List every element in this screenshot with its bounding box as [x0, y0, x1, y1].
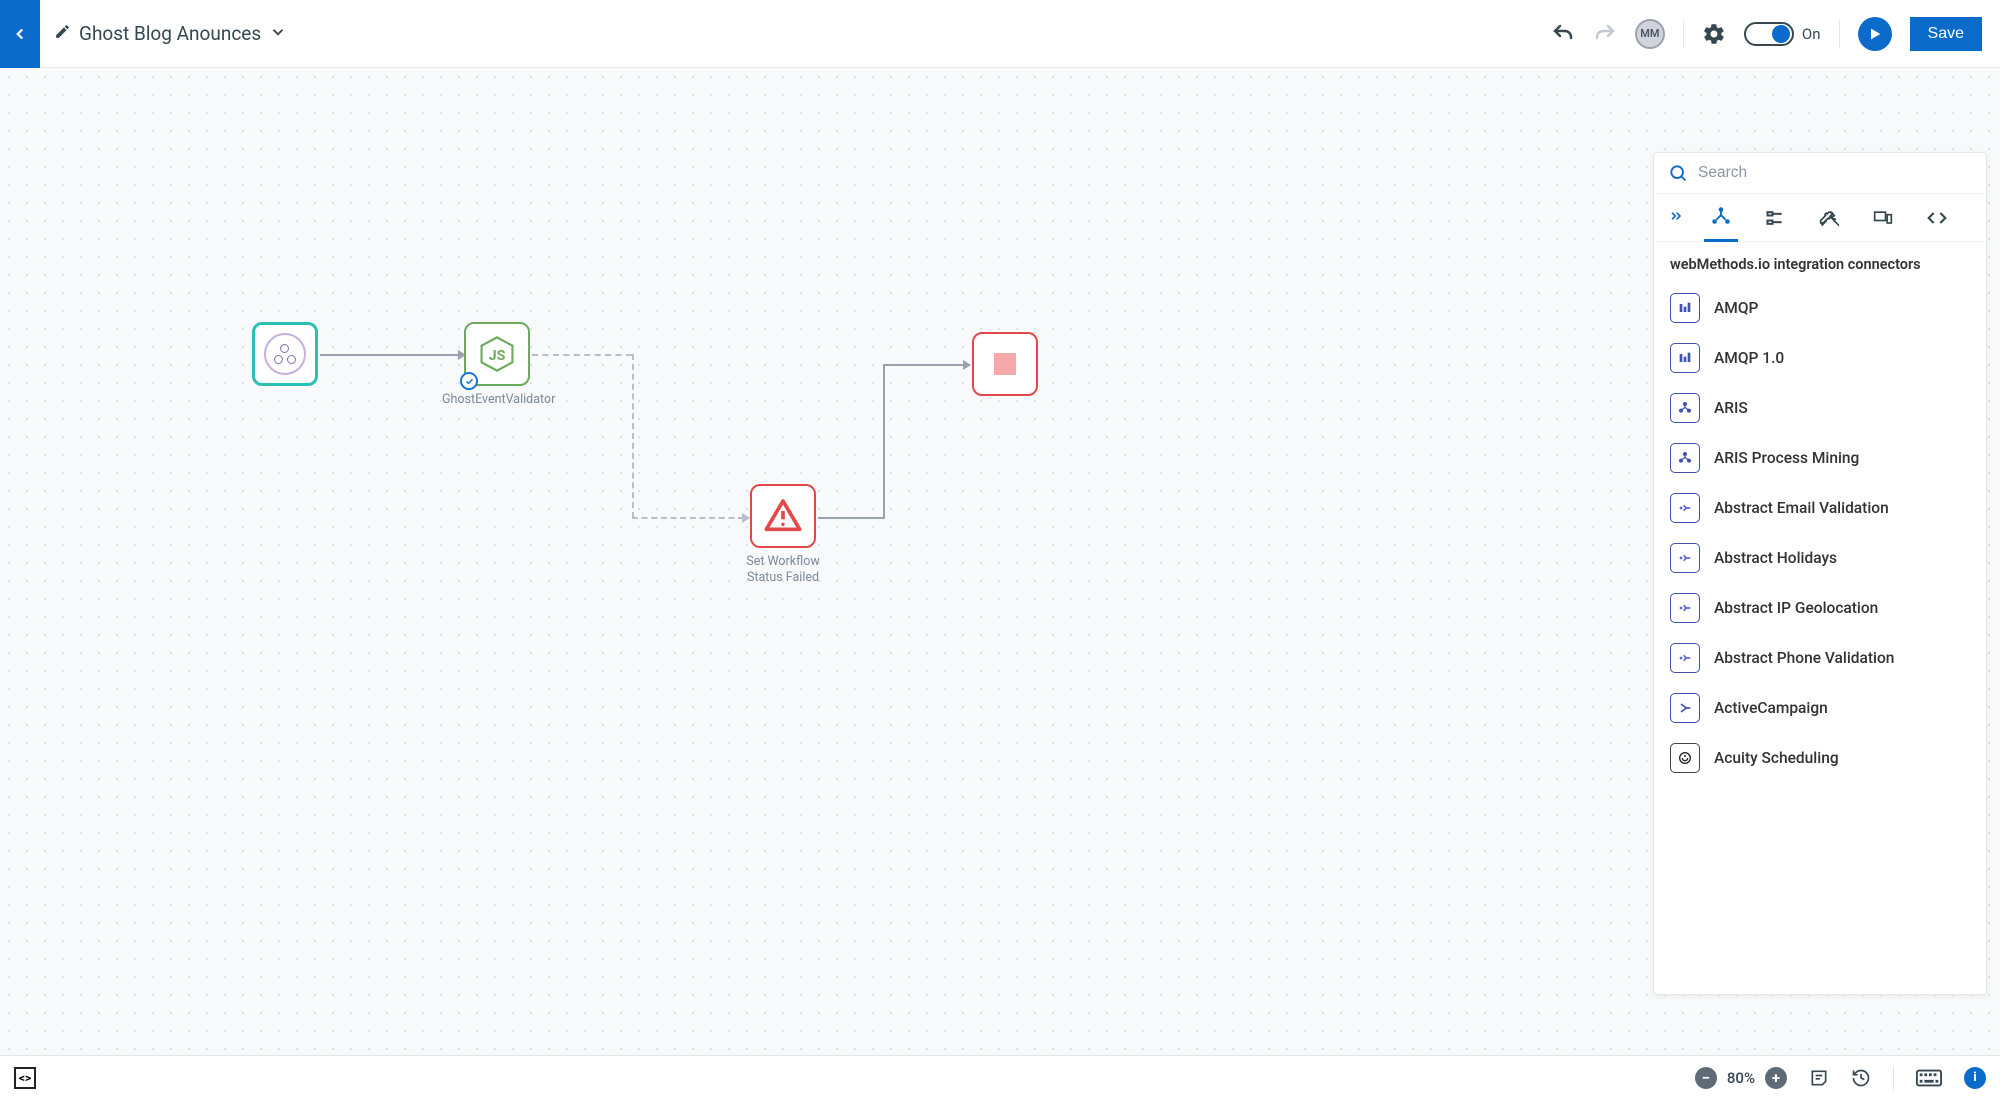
- nodejs-icon: JS: [478, 335, 516, 373]
- connector-list[interactable]: AMQP AMQP 1.0 ARIS ARIS Process Mining A…: [1654, 283, 1986, 994]
- code-view-button[interactable]: <>: [14, 1067, 36, 1089]
- zoom-in-button[interactable]: +: [1765, 1067, 1787, 1089]
- tab-tools[interactable]: [1812, 194, 1846, 242]
- connector-item[interactable]: ActiveCampaign: [1664, 683, 1976, 733]
- back-button[interactable]: [0, 0, 40, 68]
- avatar[interactable]: MM: [1635, 19, 1665, 49]
- tab-code[interactable]: [1920, 194, 1954, 242]
- connector-item[interactable]: ARIS Process Mining: [1664, 433, 1976, 483]
- divider: [1683, 20, 1684, 48]
- undo-button[interactable]: [1551, 22, 1575, 46]
- info-button[interactable]: i: [1964, 1067, 1986, 1089]
- connectors-panel: webMethods.io integration connectors AMQ…: [1653, 152, 1987, 995]
- tab-connectors[interactable]: [1704, 194, 1738, 242]
- toggle-label: On: [1802, 25, 1821, 43]
- connector-item[interactable]: Acuity Scheduling: [1664, 733, 1976, 783]
- node-label: Set Workflow Status Failed: [728, 554, 838, 585]
- connector-item[interactable]: Abstract Phone Validation: [1664, 633, 1976, 683]
- validator-node[interactable]: JS GhostEventValidator: [464, 322, 552, 408]
- keyboard-button[interactable]: [1916, 1068, 1942, 1088]
- connection-line: [818, 517, 883, 519]
- enable-toggle[interactable]: [1744, 22, 1794, 46]
- chevron-left-icon: [11, 25, 29, 43]
- warning-triangle-icon: [763, 496, 803, 536]
- arrow-icon: [742, 513, 750, 523]
- connector-item[interactable]: AMQP 1.0: [1664, 333, 1976, 383]
- workflow-title[interactable]: Ghost Blog Anounces: [79, 22, 261, 45]
- collapse-panel-button[interactable]: [1668, 208, 1684, 228]
- arrow-icon: [963, 360, 971, 370]
- divider: [1893, 1066, 1894, 1090]
- webhook-icon: [274, 344, 296, 364]
- zoom-level: 80%: [1727, 1069, 1755, 1087]
- title-dropdown-icon[interactable]: [269, 23, 287, 45]
- history-button[interactable]: [1851, 1068, 1871, 1088]
- redo-button: [1593, 22, 1617, 46]
- connector-item[interactable]: Abstract Email Validation: [1664, 483, 1976, 533]
- connection-line: [532, 354, 632, 356]
- svg-text:JS: JS: [489, 348, 506, 364]
- connection-line: [883, 364, 965, 366]
- node-label: GhostEventValidator: [442, 392, 552, 408]
- search-input[interactable]: [1698, 164, 1972, 182]
- notes-button[interactable]: [1809, 1068, 1829, 1088]
- settings-button[interactable]: [1702, 22, 1726, 46]
- connection-line: [883, 364, 885, 519]
- stop-icon: [994, 353, 1016, 375]
- connection-line: [320, 354, 460, 356]
- end-node[interactable]: [972, 332, 1038, 396]
- run-button[interactable]: [1858, 17, 1892, 51]
- save-button[interactable]: Save: [1910, 17, 1982, 51]
- check-badge-icon: [460, 372, 478, 390]
- divider: [1839, 20, 1840, 48]
- edit-title-icon[interactable]: [54, 23, 71, 44]
- trigger-node[interactable]: [252, 322, 318, 386]
- connection-line: [632, 354, 634, 518]
- tab-devices[interactable]: [1866, 194, 1900, 242]
- search-icon: [1668, 163, 1688, 183]
- connector-item[interactable]: AMQP: [1664, 283, 1976, 333]
- set-status-failed-node[interactable]: Set Workflow Status Failed: [750, 484, 838, 585]
- connector-item[interactable]: Abstract IP Geolocation: [1664, 583, 1976, 633]
- connector-item[interactable]: ARIS: [1664, 383, 1976, 433]
- zoom-out-button[interactable]: −: [1695, 1067, 1717, 1089]
- connector-item[interactable]: Abstract Holidays: [1664, 533, 1976, 583]
- panel-section-title: webMethods.io integration connectors: [1654, 242, 1986, 283]
- connection-line: [632, 517, 744, 519]
- canvas[interactable]: JS GhostEventValidator Set Workflow: [0, 68, 2000, 1055]
- tab-flow[interactable]: [1758, 194, 1792, 242]
